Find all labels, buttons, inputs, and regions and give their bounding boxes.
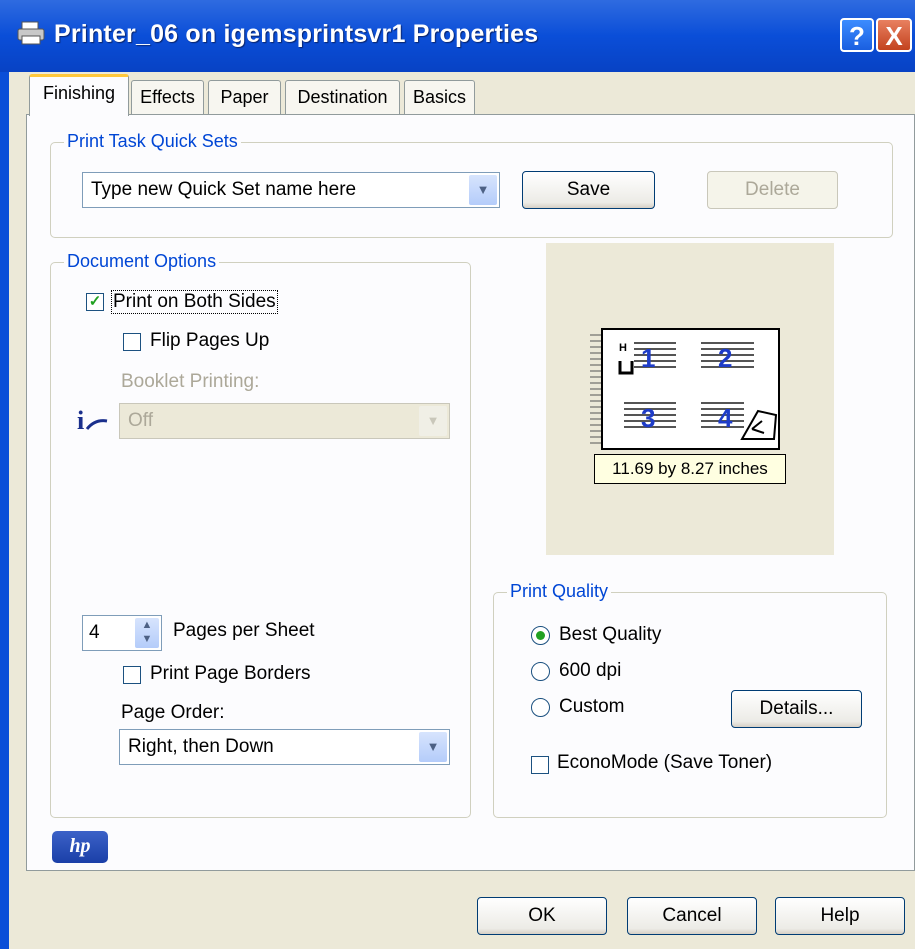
info-icon: i	[73, 405, 113, 435]
booklet-printing-label: Booklet Printing:	[121, 371, 260, 392]
preview-page-1: 1	[641, 343, 655, 373]
tab-paper[interactable]: Paper	[208, 80, 281, 114]
svg-text:H: H	[619, 342, 627, 354]
booklet-printing-combo[interactable]: Off ▼	[119, 403, 450, 439]
print-both-sides-checkbox[interactable]: ✓	[86, 293, 104, 311]
details-button[interactable]: Details...	[731, 690, 862, 728]
window-border	[0, 72, 9, 949]
window-title: Printer_06 on igemsprintsvr1 Properties	[54, 20, 539, 48]
600-dpi-radio[interactable]	[531, 662, 550, 681]
chevron-down-icon[interactable]: ▼	[469, 175, 497, 205]
preview-page-2: 2	[718, 343, 732, 373]
spinner-arrows-icon[interactable]: ▲ ▼	[135, 618, 159, 648]
chevron-down-icon[interactable]: ▼	[419, 406, 447, 436]
tab-effects[interactable]: Effects	[131, 80, 204, 114]
custom-radio[interactable]	[531, 698, 550, 717]
close-button[interactable]: X	[876, 18, 912, 52]
flip-pages-up-checkbox[interactable]	[123, 333, 141, 351]
flip-pages-up-label[interactable]: Flip Pages Up	[150, 330, 269, 352]
print-quality-legend: Print Quality	[507, 581, 612, 602]
custom-label[interactable]: Custom	[559, 696, 624, 718]
tab-destination[interactable]: Destination	[285, 80, 400, 114]
quick-set-name-combo[interactable]: Type new Quick Set name here ▼	[82, 172, 500, 208]
pages-per-sheet-value: 4	[89, 622, 100, 643]
quick-set-name-value: Type new Quick Set name here	[91, 179, 357, 200]
600-dpi-label[interactable]: 600 dpi	[559, 660, 621, 682]
page-order-label: Page Order:	[121, 702, 225, 723]
delete-button[interactable]: Delete	[707, 171, 838, 209]
economode-checkbox[interactable]	[531, 756, 549, 774]
tab-finishing[interactable]: Finishing	[29, 74, 129, 116]
best-quality-radio[interactable]	[531, 626, 550, 645]
layout-preview: H 1 2 3 4 11.69 by 8.27 inches	[546, 243, 834, 555]
chevron-down-icon[interactable]: ▼	[419, 732, 447, 762]
pages-per-sheet-label: Pages per Sheet	[173, 620, 315, 641]
preview-page-4: 4	[718, 403, 733, 433]
page-order-value: Right, then Down	[128, 736, 274, 757]
print-page-borders-checkbox[interactable]	[123, 666, 141, 684]
help-button[interactable]: Help	[775, 897, 905, 935]
cancel-button[interactable]: Cancel	[627, 897, 757, 935]
print-both-sides-label[interactable]: Print on Both Sides	[111, 290, 278, 314]
tab-basics[interactable]: Basics	[404, 80, 475, 114]
document-options-legend: Document Options	[64, 251, 220, 272]
print-page-borders-label[interactable]: Print Page Borders	[150, 663, 311, 685]
save-button[interactable]: Save	[522, 171, 655, 209]
booklet-printing-value: Off	[128, 410, 153, 431]
preview-sheet-image: H 1 2 3 4	[590, 328, 780, 450]
printer-icon	[17, 21, 45, 45]
hp-logo: hp	[52, 831, 108, 863]
preview-page-3: 3	[641, 403, 655, 433]
quick-sets-legend: Print Task Quick Sets	[64, 131, 241, 152]
svg-text:i: i	[77, 406, 84, 435]
paper-size-tooltip: 11.69 by 8.27 inches	[594, 454, 786, 484]
help-title-button[interactable]: ?	[840, 18, 874, 52]
ok-button[interactable]: OK	[477, 897, 607, 935]
economode-label[interactable]: EconoMode (Save Toner)	[557, 752, 772, 774]
best-quality-label[interactable]: Best Quality	[559, 624, 661, 646]
page-order-combo[interactable]: Right, then Down ▼	[119, 729, 450, 765]
pages-per-sheet-spinner[interactable]: 4 ▲ ▼	[82, 615, 162, 651]
